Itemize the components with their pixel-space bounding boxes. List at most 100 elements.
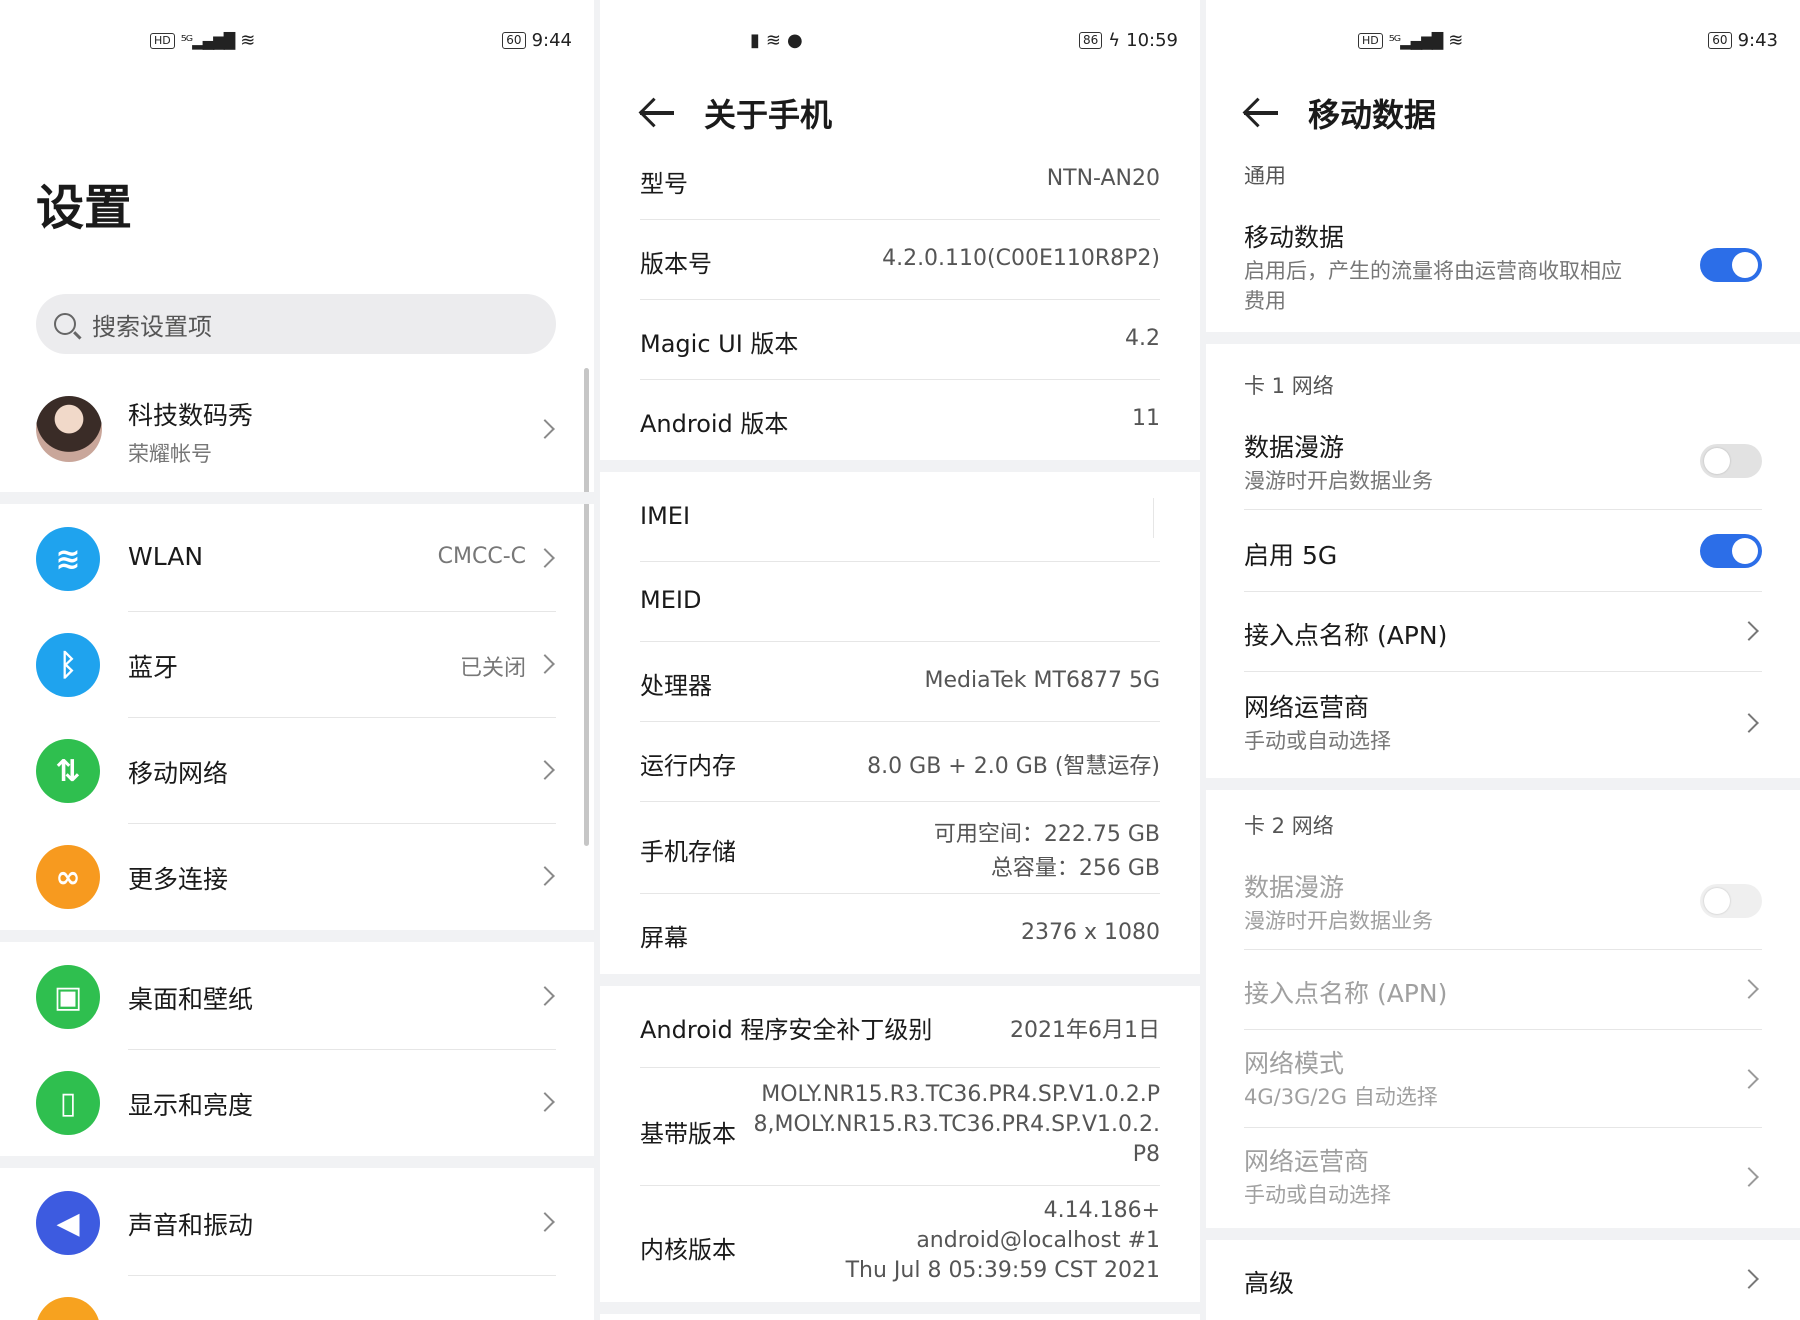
header: 移动数据 bbox=[1244, 90, 1436, 136]
avatar bbox=[36, 396, 102, 462]
chevron-right-icon bbox=[1739, 713, 1759, 733]
row-subtitle: 漫游时开启数据业务 bbox=[1244, 909, 1433, 933]
carrier-row-card1[interactable]: 网络运营商 手动或自动选择 bbox=[1244, 672, 1762, 776]
row-subtitle: 费用 bbox=[1244, 289, 1286, 313]
advanced-row[interactable]: 高级 bbox=[1244, 1240, 1762, 1320]
bluetooth-icon: ᛒ bbox=[36, 633, 100, 697]
roaming-toggle-card2[interactable] bbox=[1700, 884, 1762, 918]
status-bar: HD ⁵ᴳ▂▄▆█ ≋ 60 9:44 bbox=[0, 30, 594, 58]
info-value: 总容量：256 GB bbox=[990, 856, 1160, 881]
wallpaper-icon: ▣ bbox=[36, 965, 100, 1029]
enable-5g-toggle[interactable] bbox=[1700, 534, 1762, 568]
chevron-right-icon bbox=[1739, 979, 1759, 999]
info-row-android: Android 版本 11 bbox=[640, 380, 1160, 460]
hd-icon: HD bbox=[1358, 32, 1383, 49]
divider bbox=[1152, 498, 1154, 538]
info-row-screen: 屏幕 2376 x 1080 bbox=[640, 894, 1160, 974]
row-title: 启用 5G bbox=[1244, 541, 1338, 570]
network-mode-row-card2[interactable]: 网络模式 4G/3G/2G 自动选择 bbox=[1244, 1030, 1762, 1128]
charging-icon: ϟ bbox=[1108, 30, 1121, 51]
row-subtitle: 手动或自动选择 bbox=[1244, 1183, 1391, 1207]
info-row-storage: 手机存储 可用空间：222.75 GB 总容量：256 GB bbox=[640, 802, 1160, 894]
info-key: 运行内存 bbox=[640, 752, 736, 780]
search-input[interactable]: 搜索设置项 bbox=[36, 294, 556, 354]
roaming-row-card1[interactable]: 数据漫游 漫游时开启数据业务 bbox=[1244, 410, 1762, 510]
info-row-baseband: 基带版本 MOLY.NR15.R3.TC36.PR4.SP.V1.0.2.P 8… bbox=[640, 1068, 1160, 1186]
row-title: 移动数据 bbox=[1244, 223, 1345, 252]
roaming-row-card2[interactable]: 数据漫游 漫游时开启数据业务 bbox=[1244, 850, 1762, 950]
divider bbox=[600, 1302, 1200, 1314]
info-value: 4.14.186+ bbox=[1043, 1198, 1160, 1223]
chevron-right-icon bbox=[1739, 1269, 1759, 1289]
info-row-imei[interactable]: IMEI bbox=[640, 472, 1160, 562]
mobile-data-icon: ⇅ bbox=[36, 739, 100, 803]
settings-item-label: 移动网络 bbox=[128, 759, 229, 788]
mobile-data-toggle[interactable] bbox=[1700, 248, 1762, 282]
apn-row-card1[interactable]: 接入点名称 (APN) bbox=[1244, 592, 1762, 672]
carrier-row-card2[interactable]: 网络运营商 手动或自动选择 bbox=[1244, 1128, 1762, 1226]
info-row-meid[interactable]: MEID bbox=[640, 562, 1160, 642]
settings-item-label: 蓝牙 bbox=[128, 653, 179, 682]
settings-item-label: 声音和振动 bbox=[128, 1211, 254, 1240]
info-value: 4.2.0.110(C00E110R8P2) bbox=[882, 246, 1160, 271]
settings-item-desktop-wallpaper[interactable]: ▣ 桌面和壁纸 bbox=[0, 944, 594, 1050]
row-title: 网络运营商 bbox=[1244, 1147, 1370, 1176]
settings-item-label: 更多连接 bbox=[128, 865, 229, 894]
clock: 10:59 bbox=[1126, 30, 1178, 51]
info-row-ram: 运行内存 8.0 GB + 2.0 GB (智慧运存) bbox=[640, 722, 1160, 802]
battery-icon: 86 bbox=[1078, 32, 1103, 49]
roaming-toggle-card1[interactable] bbox=[1700, 444, 1762, 478]
row-title: 网络模式 bbox=[1244, 1049, 1345, 1078]
clock: 9:44 bbox=[531, 30, 572, 51]
settings-item-wlan[interactable]: ≋ WLAN CMCC-C bbox=[0, 506, 594, 612]
apn-row-card2[interactable]: 接入点名称 (APN) bbox=[1244, 950, 1762, 1030]
divider bbox=[0, 930, 594, 942]
info-key: Android 版本 bbox=[640, 410, 789, 438]
info-key: 手机存储 bbox=[640, 838, 736, 866]
info-row-magic-ui: Magic UI 版本 4.2 bbox=[640, 300, 1160, 380]
info-value: Thu Jul 8 05:39:59 CST 2021 bbox=[845, 1258, 1160, 1283]
info-value: 11 bbox=[1132, 406, 1160, 431]
enable-5g-row[interactable]: 启用 5G bbox=[1244, 510, 1762, 592]
account-row[interactable]: 科技数码秀 荣耀帐号 bbox=[0, 380, 594, 490]
info-row-build[interactable]: 版本号 4.2.0.110(C00E110R8P2) bbox=[640, 220, 1160, 300]
row-title: 接入点名称 (APN) bbox=[1244, 979, 1448, 1008]
page-title: 移动数据 bbox=[1308, 96, 1437, 134]
settings-item-display-brightness[interactable]: ▯ 显示和亮度 bbox=[0, 1050, 594, 1156]
settings-item-value: CMCC-C bbox=[437, 544, 526, 569]
chevron-right-icon bbox=[535, 548, 555, 568]
settings-panel: HD ⁵ᴳ▂▄▆█ ≋ 60 9:44 设置 搜索设置项 科技数码秀 荣耀帐号 … bbox=[0, 0, 594, 1320]
row-title: 数据漫游 bbox=[1244, 433, 1345, 462]
battery-icon: 60 bbox=[1708, 32, 1732, 49]
chevron-right-icon bbox=[535, 986, 555, 1006]
wifi-icon: ≋ bbox=[36, 527, 100, 591]
back-arrow-icon[interactable] bbox=[1244, 111, 1278, 115]
info-key: 版本号 bbox=[640, 250, 712, 278]
row-title: 高级 bbox=[1244, 1269, 1295, 1298]
settings-item-sound-vibration[interactable]: ◀ 声音和振动 bbox=[0, 1170, 594, 1276]
info-value: 4.2 bbox=[1125, 326, 1160, 351]
info-key: 屏幕 bbox=[640, 924, 688, 952]
chevron-right-icon bbox=[535, 1092, 555, 1112]
hd-icon: HD bbox=[150, 32, 175, 49]
chevron-right-icon bbox=[535, 1212, 555, 1232]
settings-item-bluetooth[interactable]: ᛒ 蓝牙 已关闭 bbox=[0, 612, 594, 718]
info-row-kernel: 内核版本 4.14.186+ android@localhost #1 Thu … bbox=[640, 1186, 1160, 1302]
divider bbox=[1206, 332, 1800, 344]
signal-icon: ⁵ᴳ▂▄▆█ bbox=[180, 31, 235, 50]
back-arrow-icon[interactable] bbox=[640, 111, 674, 115]
page-title: 设置 bbox=[36, 180, 133, 236]
row-title: 接入点名称 (APN) bbox=[1244, 621, 1448, 650]
search-icon bbox=[54, 313, 76, 335]
chevron-right-icon bbox=[1739, 1069, 1759, 1089]
divider bbox=[1206, 1228, 1800, 1240]
info-key: Magic UI 版本 bbox=[640, 330, 799, 358]
settings-item-partial[interactable] bbox=[0, 1276, 594, 1320]
settings-item-mobile-network[interactable]: ⇅ 移动网络 bbox=[0, 718, 594, 824]
mobile-data-row[interactable]: 移动数据 启用后，产生的流量将由运营商收取相应 费用 bbox=[1244, 200, 1762, 330]
settings-item-label: 显示和亮度 bbox=[128, 1091, 254, 1120]
section-general: 通用 bbox=[1244, 164, 1286, 188]
info-value: 2376 x 1080 bbox=[1021, 920, 1160, 945]
settings-item-more-connections[interactable]: ∞ 更多连接 bbox=[0, 824, 594, 930]
section-card1: 卡 1 网络 bbox=[1244, 374, 1334, 398]
